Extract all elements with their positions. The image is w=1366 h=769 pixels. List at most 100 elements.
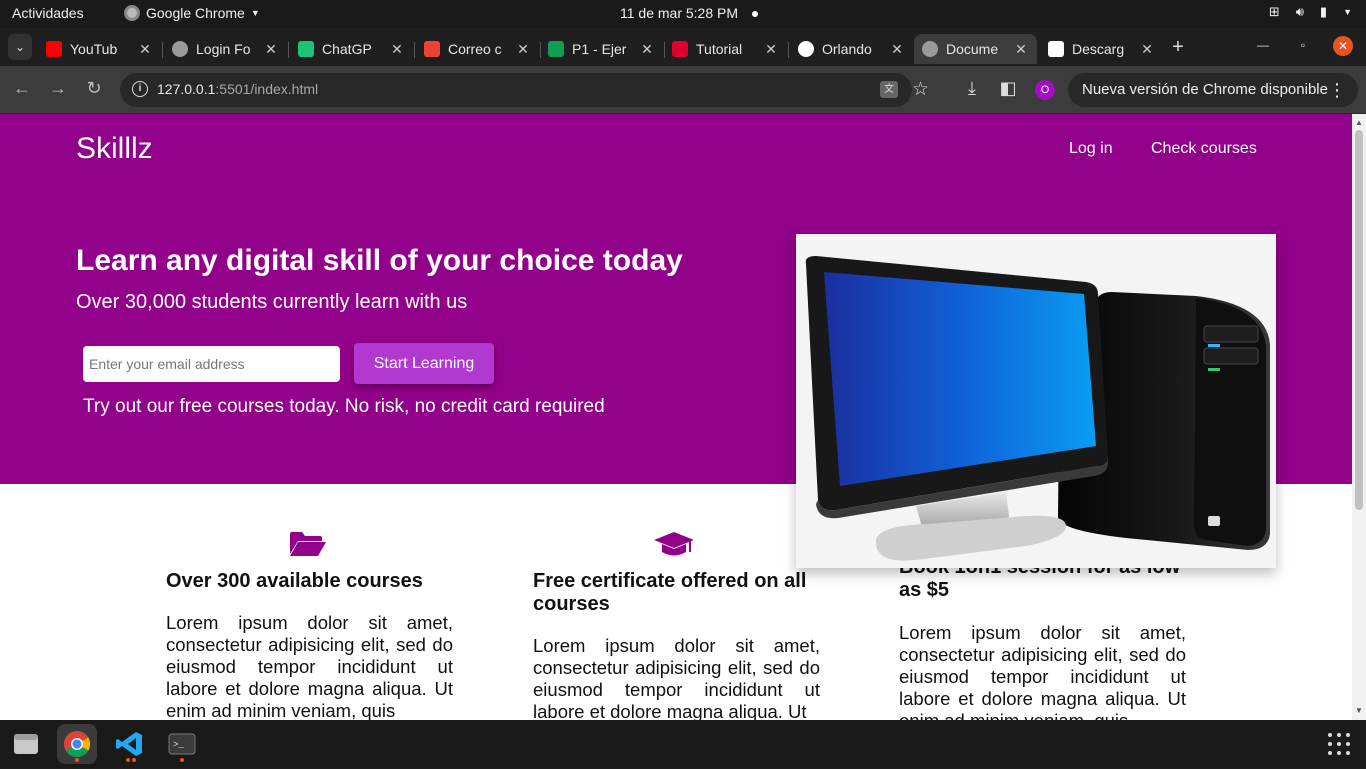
forward-button[interactable]: →	[46, 78, 70, 99]
close-tab-icon[interactable]: ✕	[889, 41, 905, 58]
page-viewport: Skilllz Log in Check courses Learn any d…	[0, 114, 1352, 720]
download-icon	[1048, 41, 1064, 57]
feature-title: Over 300 available courses	[166, 570, 423, 592]
hero-title: Learn any digital skill of your choice t…	[76, 244, 683, 277]
close-tab-icon[interactable]: ✕	[515, 41, 531, 58]
chrome-update-button[interactable]: Nueva versión de Chrome disponible ⋮	[1068, 73, 1358, 107]
app-name: Google Chrome	[146, 5, 245, 21]
angular-icon	[672, 41, 688, 57]
globe-icon	[922, 41, 938, 57]
hero-image	[796, 234, 1276, 568]
reload-button[interactable]: ↻	[82, 78, 106, 99]
browser-tab[interactable]: Orlando ✕	[790, 34, 913, 64]
folder-open-icon	[290, 532, 326, 556]
close-tab-icon[interactable]: ✕	[137, 41, 153, 58]
url-path: :5501/index.html	[215, 81, 319, 97]
close-tab-icon[interactable]: ✕	[763, 41, 779, 58]
browser-tab[interactable]: ChatGP ✕	[290, 34, 413, 64]
tab-label: Correo c	[448, 41, 502, 57]
tab-search-button[interactable]: ⌄	[8, 34, 32, 60]
info-icon[interactable]: i	[132, 81, 148, 97]
dock: >_	[0, 720, 1366, 768]
close-tab-icon[interactable]: ✕	[263, 41, 279, 58]
network-icon: ⊞	[1268, 4, 1280, 19]
translate-icon[interactable]: 文	[880, 81, 898, 98]
close-tab-icon[interactable]: ✕	[639, 41, 655, 58]
show-apps-icon[interactable]	[1328, 733, 1350, 755]
graduation-cap-icon	[654, 532, 694, 556]
profile-avatar[interactable]: O	[1035, 80, 1055, 100]
globe-icon	[172, 41, 188, 57]
files-app-icon[interactable]	[6, 724, 46, 764]
tab-label: Docume	[946, 41, 999, 57]
feature-title: Free certificate offered on all courses	[533, 570, 807, 615]
brand-logo[interactable]: Skilllz	[76, 132, 153, 166]
browser-tab[interactable]: Correo c ✕	[416, 34, 539, 64]
tab-separator	[414, 42, 415, 58]
back-button[interactable]: ←	[10, 78, 34, 99]
close-tab-icon[interactable]: ✕	[389, 41, 405, 58]
browser-toolbar: ← → ↻ i 127.0.0.1:5501/index.html 文 ☆ ⤓ …	[0, 66, 1366, 114]
browser-tab[interactable]: YouTub ✕	[38, 34, 161, 64]
tab-label: Descarg	[1072, 41, 1125, 57]
url-text[interactable]: 127.0.0.1:5501/index.html	[157, 81, 318, 97]
tab-strip: ⌄ YouTub ✕ Login Fo ✕ ChatGP ✕ Correo c ✕ P1 - E…	[0, 28, 1366, 66]
system-tray[interactable]: ⊞ 🔊︎ ▮ ▼	[1269, 4, 1352, 20]
browser-tab[interactable]: Login Fo ✕	[164, 34, 287, 64]
app-menu[interactable]: Google Chrome ▼	[124, 5, 260, 21]
clock-text: 11 de mar 5:28 PM	[620, 5, 739, 21]
clock[interactable]: 11 de mar 5:28 PM	[620, 5, 759, 21]
start-learning-button[interactable]: Start Learning	[354, 343, 494, 384]
scroll-down-icon[interactable]: ▼	[1355, 706, 1363, 715]
close-window-button[interactable]: ✕	[1333, 36, 1353, 56]
tab-label: Orlando	[822, 41, 872, 57]
nav-check-courses-link[interactable]: Check courses	[1151, 140, 1257, 158]
menu-kebab-icon[interactable]: ⋮	[1328, 73, 1346, 107]
email-input[interactable]	[83, 346, 340, 382]
tab-label: ChatGP	[322, 41, 372, 57]
minimize-button[interactable]: —	[1253, 38, 1273, 52]
tab-label: Login Fo	[196, 41, 251, 57]
feature-body: Lorem ipsum dolor sit amet, consectetur …	[166, 612, 453, 720]
feature-body: Lorem ipsum dolor sit amet, consectetur …	[533, 635, 820, 720]
chrome-app-icon[interactable]	[57, 724, 97, 764]
tab-separator	[788, 42, 789, 58]
chatgpt-icon	[298, 41, 314, 57]
gmail-icon	[424, 41, 440, 57]
chevron-down-icon: ▼	[250, 8, 260, 18]
desktop-computer-image	[805, 256, 1270, 561]
vscode-app-icon[interactable]	[110, 724, 150, 764]
browser-tab[interactable]: P1 - Ejer ✕	[540, 34, 663, 64]
nav-login-link[interactable]: Log in	[1069, 140, 1113, 158]
chrome-icon	[124, 5, 140, 21]
browser-tab[interactable]: Docume ✕	[914, 34, 1037, 64]
svg-text:>_: >_	[173, 740, 184, 750]
activities-button[interactable]: Actividades	[12, 5, 84, 21]
browser-tab[interactable]: Tutorial ✕	[664, 34, 787, 64]
side-panel-icon[interactable]: ◧	[996, 78, 1020, 99]
hero-subtitle: Over 30,000 students currently learn wit…	[76, 291, 468, 313]
tab-label: Tutorial	[696, 41, 743, 57]
battery-icon: ▮	[1319, 4, 1328, 19]
tab-label: P1 - Ejer	[572, 41, 627, 57]
terminal-app-icon[interactable]: >_	[162, 724, 202, 764]
feature-certificate: Free certificate offered on all courses …	[533, 530, 820, 720]
maximize-button[interactable]: ▫	[1293, 38, 1313, 52]
volume-icon: 🔊︎	[1295, 4, 1304, 19]
system-top-bar: Actividades Google Chrome ▼ 11 de mar 5:…	[0, 0, 1366, 28]
tab-separator	[288, 42, 289, 58]
page-scrollbar[interactable]: ▲ ▼	[1352, 114, 1366, 720]
feature-courses: Over 300 available courses Lorem ipsum d…	[166, 530, 453, 720]
downloads-icon[interactable]: ⤓	[960, 78, 984, 99]
new-tab-button[interactable]: +	[1166, 36, 1190, 59]
bookmark-star-icon[interactable]: ☆	[912, 78, 929, 101]
scrollbar-thumb[interactable]	[1355, 130, 1363, 510]
tab-separator	[162, 42, 163, 58]
feature-body: Lorem ipsum dolor sit amet, consectetur …	[899, 622, 1186, 720]
address-bar[interactable]: i 127.0.0.1:5501/index.html 文 ☆	[120, 73, 929, 107]
scroll-up-icon[interactable]: ▲	[1355, 118, 1363, 127]
chevron-down-icon: ▼	[1343, 7, 1352, 17]
close-tab-icon[interactable]: ✕	[1139, 41, 1155, 58]
close-tab-icon[interactable]: ✕	[1013, 41, 1029, 58]
browser-tab[interactable]: Descarg ✕	[1040, 34, 1163, 64]
